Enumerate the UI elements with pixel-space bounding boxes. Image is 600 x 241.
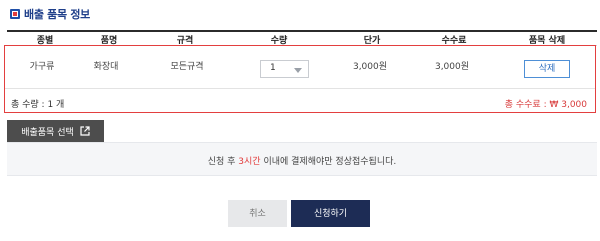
cell-fee: 3,000원	[434, 62, 470, 72]
table-header: 종별 품명 규격 수량 단가 수수료 품목 삭제	[7, 30, 597, 46]
notice-box: 신청 후 3시간 이내에 결제해야만 정상접수됩니다.	[7, 142, 597, 176]
cell-unit-price: 3,000원	[352, 62, 388, 72]
table-row: 가구류 화장대 모든규격 1 3,000원 3,000원 삭제	[5, 46, 595, 89]
cell-spec: 모든규격	[170, 62, 204, 72]
quantity-value: 1	[270, 63, 276, 73]
cancel-button[interactable]: 취소	[228, 200, 287, 227]
quantity-select[interactable]: 1	[260, 60, 309, 78]
item-list-box: 가구류 화장대 모든규격 1 3,000원 3,000원 삭제 총 수량 : 1…	[4, 45, 596, 113]
external-link-icon	[80, 126, 90, 136]
total-fee: 총 수수료 : ₩ 3,000	[504, 100, 587, 110]
section-title-text: 배출 품목 정보	[24, 8, 90, 21]
total-quantity: 총 수량 : 1 개	[11, 100, 65, 110]
notice-highlight: 3시간	[238, 157, 261, 167]
apply-button[interactable]: 신청하기	[291, 200, 370, 227]
title-square-icon	[10, 9, 20, 19]
cell-item: 화장대	[93, 62, 119, 72]
select-items-label: 배출품목 선택	[21, 127, 74, 138]
delete-item-button[interactable]: 삭제	[524, 60, 570, 78]
notice-after: 이내에 결제해야만 정상접수됩니다.	[260, 157, 397, 167]
section-title: 배출 품목 정보	[10, 7, 90, 21]
notice-before: 신청 후	[207, 157, 239, 167]
cell-category: 가구류	[29, 62, 55, 72]
notice-text: 신청 후 3시간 이내에 결제해야만 정상접수됩니다.	[7, 154, 597, 167]
select-items-button[interactable]: 배출품목 선택	[7, 120, 104, 142]
dropdown-caret-icon	[294, 68, 302, 73]
